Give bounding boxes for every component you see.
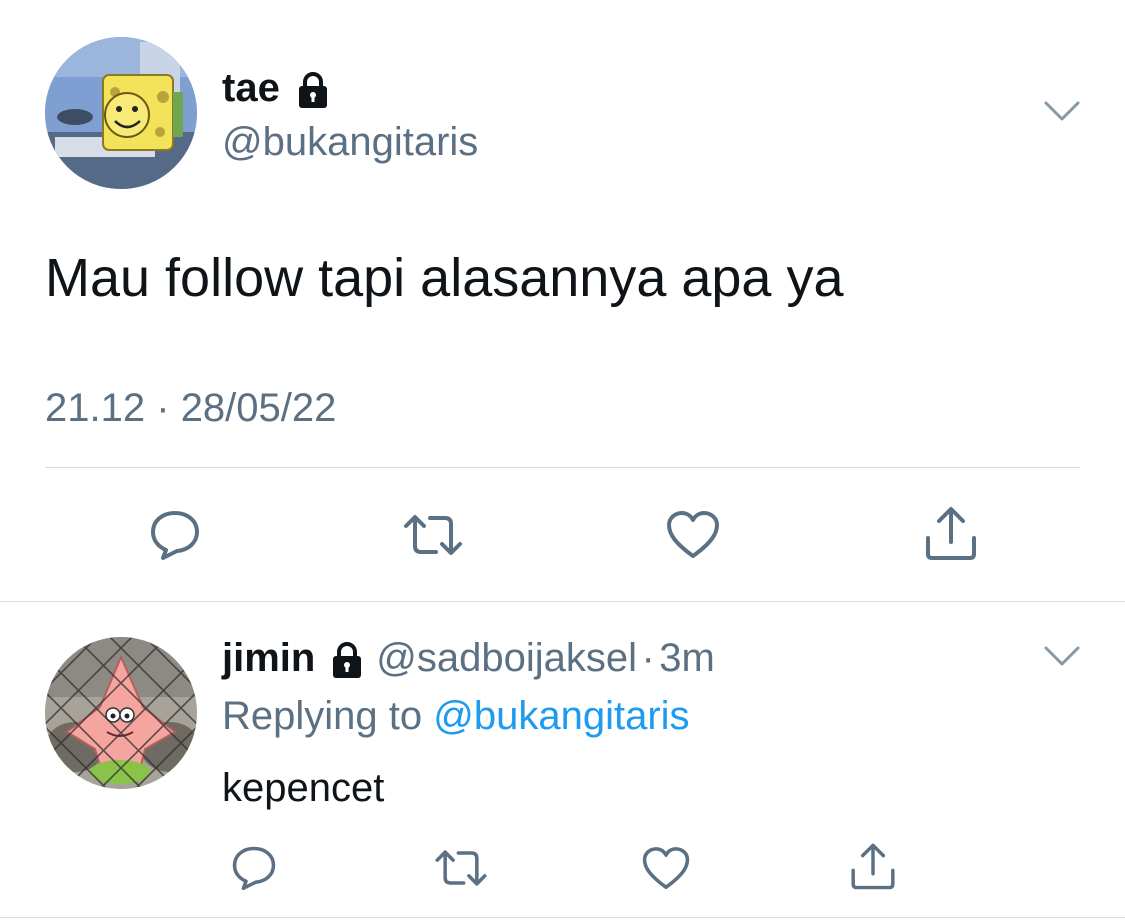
reply-handle[interactable]: @sadboijaksel xyxy=(376,636,637,680)
divider xyxy=(0,917,1125,918)
divider xyxy=(45,467,1080,468)
like-icon[interactable] xyxy=(636,842,696,894)
replying-to-line: Replying to @bukangitaris xyxy=(222,694,690,739)
avatar[interactable] xyxy=(45,37,197,189)
avatar[interactable] xyxy=(45,637,197,789)
share-icon[interactable] xyxy=(843,838,903,894)
lock-icon xyxy=(328,641,366,684)
divider xyxy=(0,601,1125,602)
reply-age: 3m xyxy=(659,636,715,680)
display-name[interactable]: tae xyxy=(222,66,280,110)
replying-to-link[interactable]: @bukangitaris xyxy=(433,694,689,738)
reply-text: kepencet xyxy=(222,766,385,810)
reply-author-row: jimin @sadboijaksel · 3m xyxy=(222,636,715,684)
display-name[interactable]: jimin xyxy=(222,636,315,680)
patrick-avatar-image xyxy=(45,637,197,789)
reply-icon[interactable] xyxy=(224,842,284,894)
tweet-date: 28/05/22 xyxy=(180,386,337,430)
share-icon[interactable] xyxy=(916,500,986,565)
retweet-icon[interactable] xyxy=(395,505,471,565)
reply-icon[interactable] xyxy=(140,505,210,565)
author-name-row: tae xyxy=(222,66,332,114)
tweet-time: 21.12 xyxy=(45,386,146,430)
tweet-text: Mau follow tapi alasannya apa ya xyxy=(45,248,844,308)
chevron-down-icon[interactable] xyxy=(1044,100,1080,127)
spongebob-avatar-image xyxy=(45,37,197,189)
meta-separator: · xyxy=(641,636,655,680)
replying-to-label: Replying to xyxy=(222,694,423,738)
author-handle[interactable]: @bukangitaris xyxy=(222,120,478,165)
retweet-icon[interactable] xyxy=(428,842,494,894)
lock-icon xyxy=(294,71,332,114)
chevron-down-icon[interactable] xyxy=(1044,645,1080,672)
tweet-timestamp: 21.12 · 28/05/22 xyxy=(45,386,336,431)
like-icon[interactable] xyxy=(658,505,728,565)
meta-separator: · xyxy=(156,386,170,430)
